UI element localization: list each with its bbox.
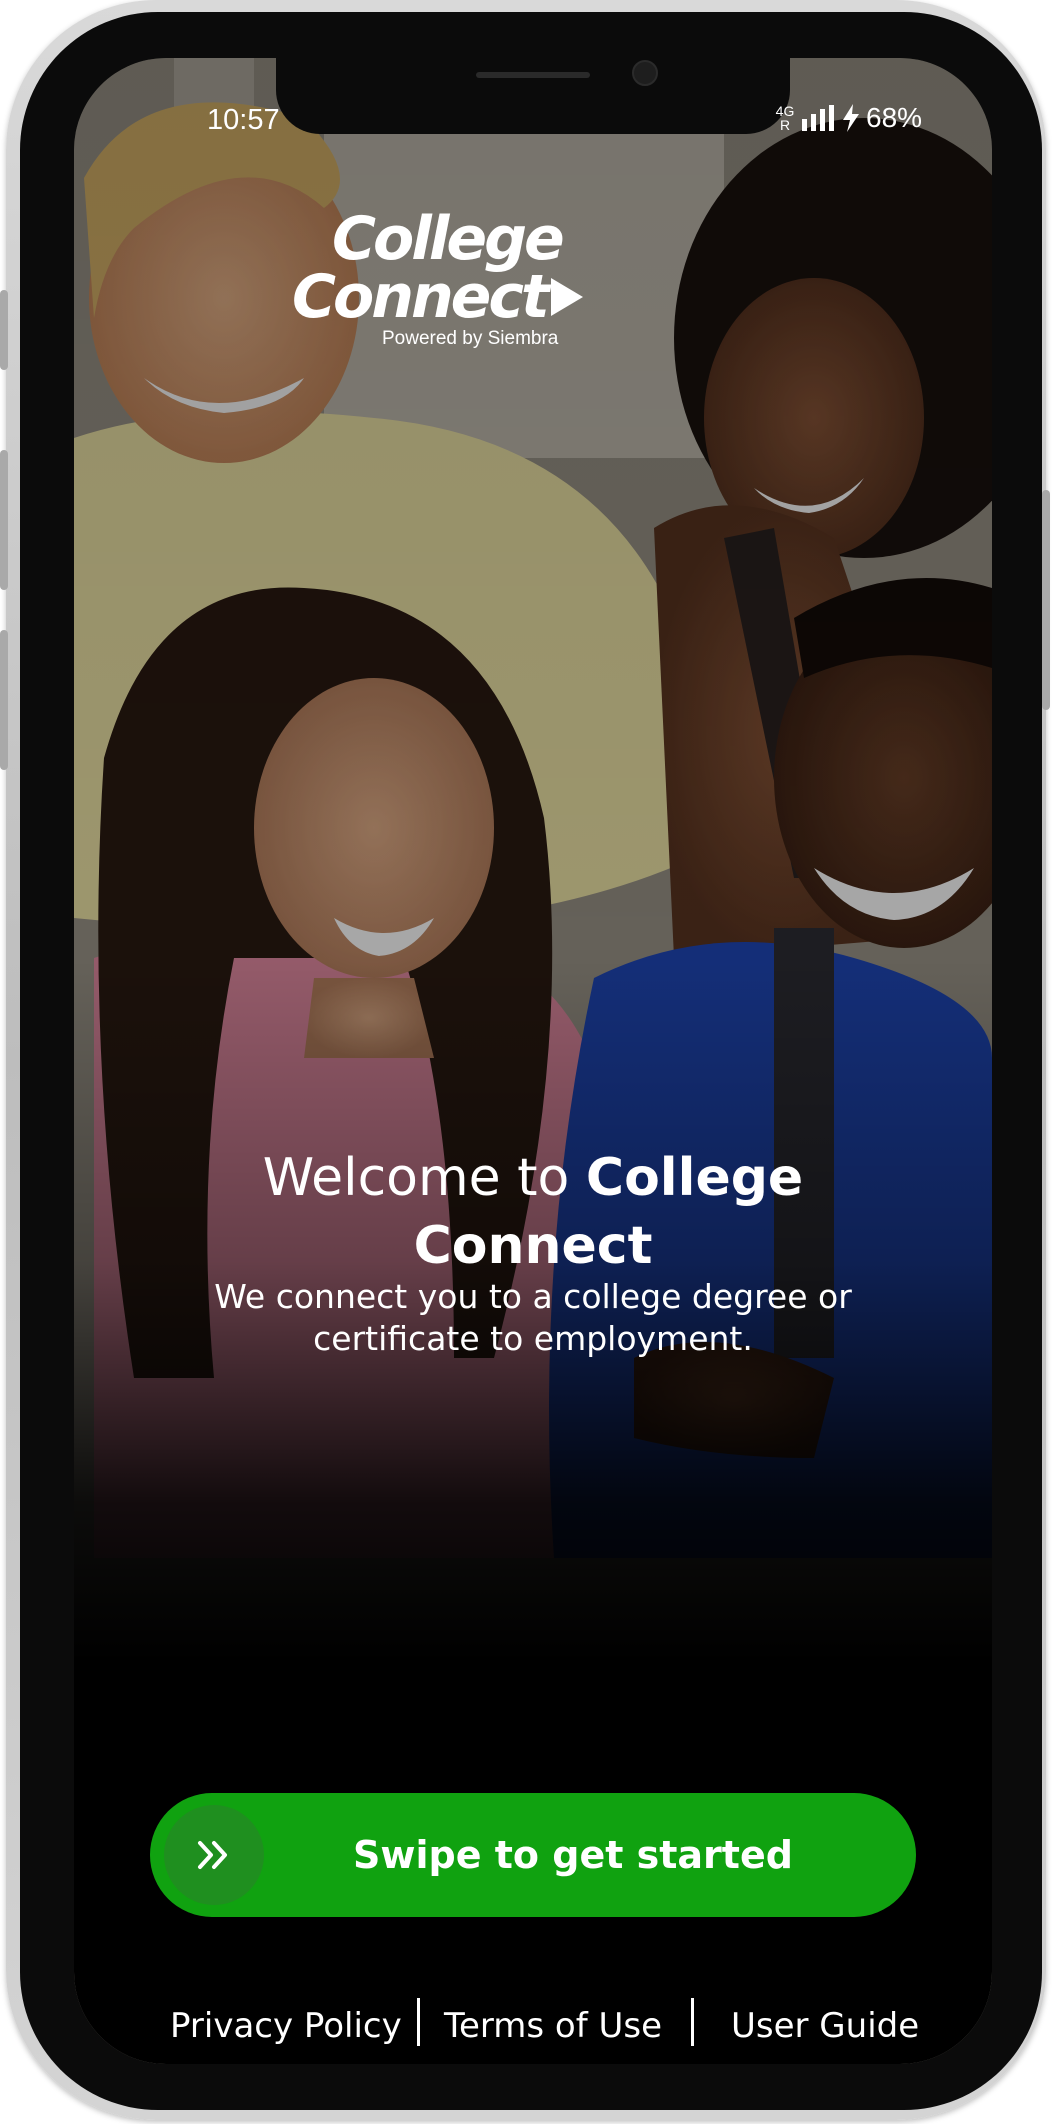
status-indicators: 4G R 68% — [774, 102, 922, 134]
network-type: 4G R — [775, 103, 795, 133]
battery-percent: 68% — [866, 102, 923, 133]
subtitle-line-1: We connect you to a college degree or — [214, 1277, 852, 1316]
charging-bolt-icon — [843, 104, 859, 132]
subtitle-line-2: certificate to employment. — [313, 1319, 753, 1358]
logo-line-2-text: Connect — [292, 262, 550, 332]
double-chevron-right-icon — [198, 1841, 227, 1869]
front-camera — [632, 60, 658, 86]
welcome-subtitle: We connect you to a college degree or ce… — [194, 1276, 872, 1360]
welcome-brand-1: College — [585, 1148, 804, 1208]
phone-frame: 10:57 4G R 68% College Connect Powered by — [0, 0, 1050, 2120]
swipe-to-start-button[interactable]: Swipe to get started — [150, 1793, 916, 1917]
footer-links: Privacy Policy Terms of Use User Guide — [74, 1998, 992, 2058]
welcome-brand-2: Connect — [413, 1216, 653, 1276]
welcome-prefix: Welcome to — [262, 1148, 586, 1208]
terms-of-use-link[interactable]: Terms of Use — [444, 2006, 662, 2046]
swipe-handle[interactable] — [164, 1805, 264, 1905]
logo-tagline: Powered by Siembra — [382, 328, 559, 349]
footer-divider — [417, 1998, 420, 2046]
user-guide-link[interactable]: User Guide — [731, 2006, 919, 2046]
logo-line-1: College — [332, 204, 565, 274]
college-connect-logo: College Connect Powered by Siembra — [292, 204, 612, 350]
play-triangle-icon — [550, 278, 583, 316]
volume-down-button — [0, 630, 8, 770]
power-button — [1042, 490, 1050, 710]
app-screen: 10:57 4G R 68% College Connect Powered by — [74, 58, 992, 2064]
silent-switch — [0, 290, 8, 370]
device-notch — [276, 58, 790, 134]
background-photo — [74, 58, 992, 2064]
speaker-grille — [476, 72, 590, 78]
signal-bars-icon — [802, 105, 834, 131]
welcome-heading: Welcome to College Connect — [74, 1144, 992, 1280]
logo-line-2: Connect — [292, 262, 612, 332]
volume-up-button — [0, 450, 8, 590]
footer-divider — [691, 1998, 694, 2046]
status-time: 10:57 — [207, 104, 280, 136]
swipe-label: Swipe to get started — [353, 1833, 793, 1877]
privacy-policy-link[interactable]: Privacy Policy — [170, 2006, 402, 2046]
